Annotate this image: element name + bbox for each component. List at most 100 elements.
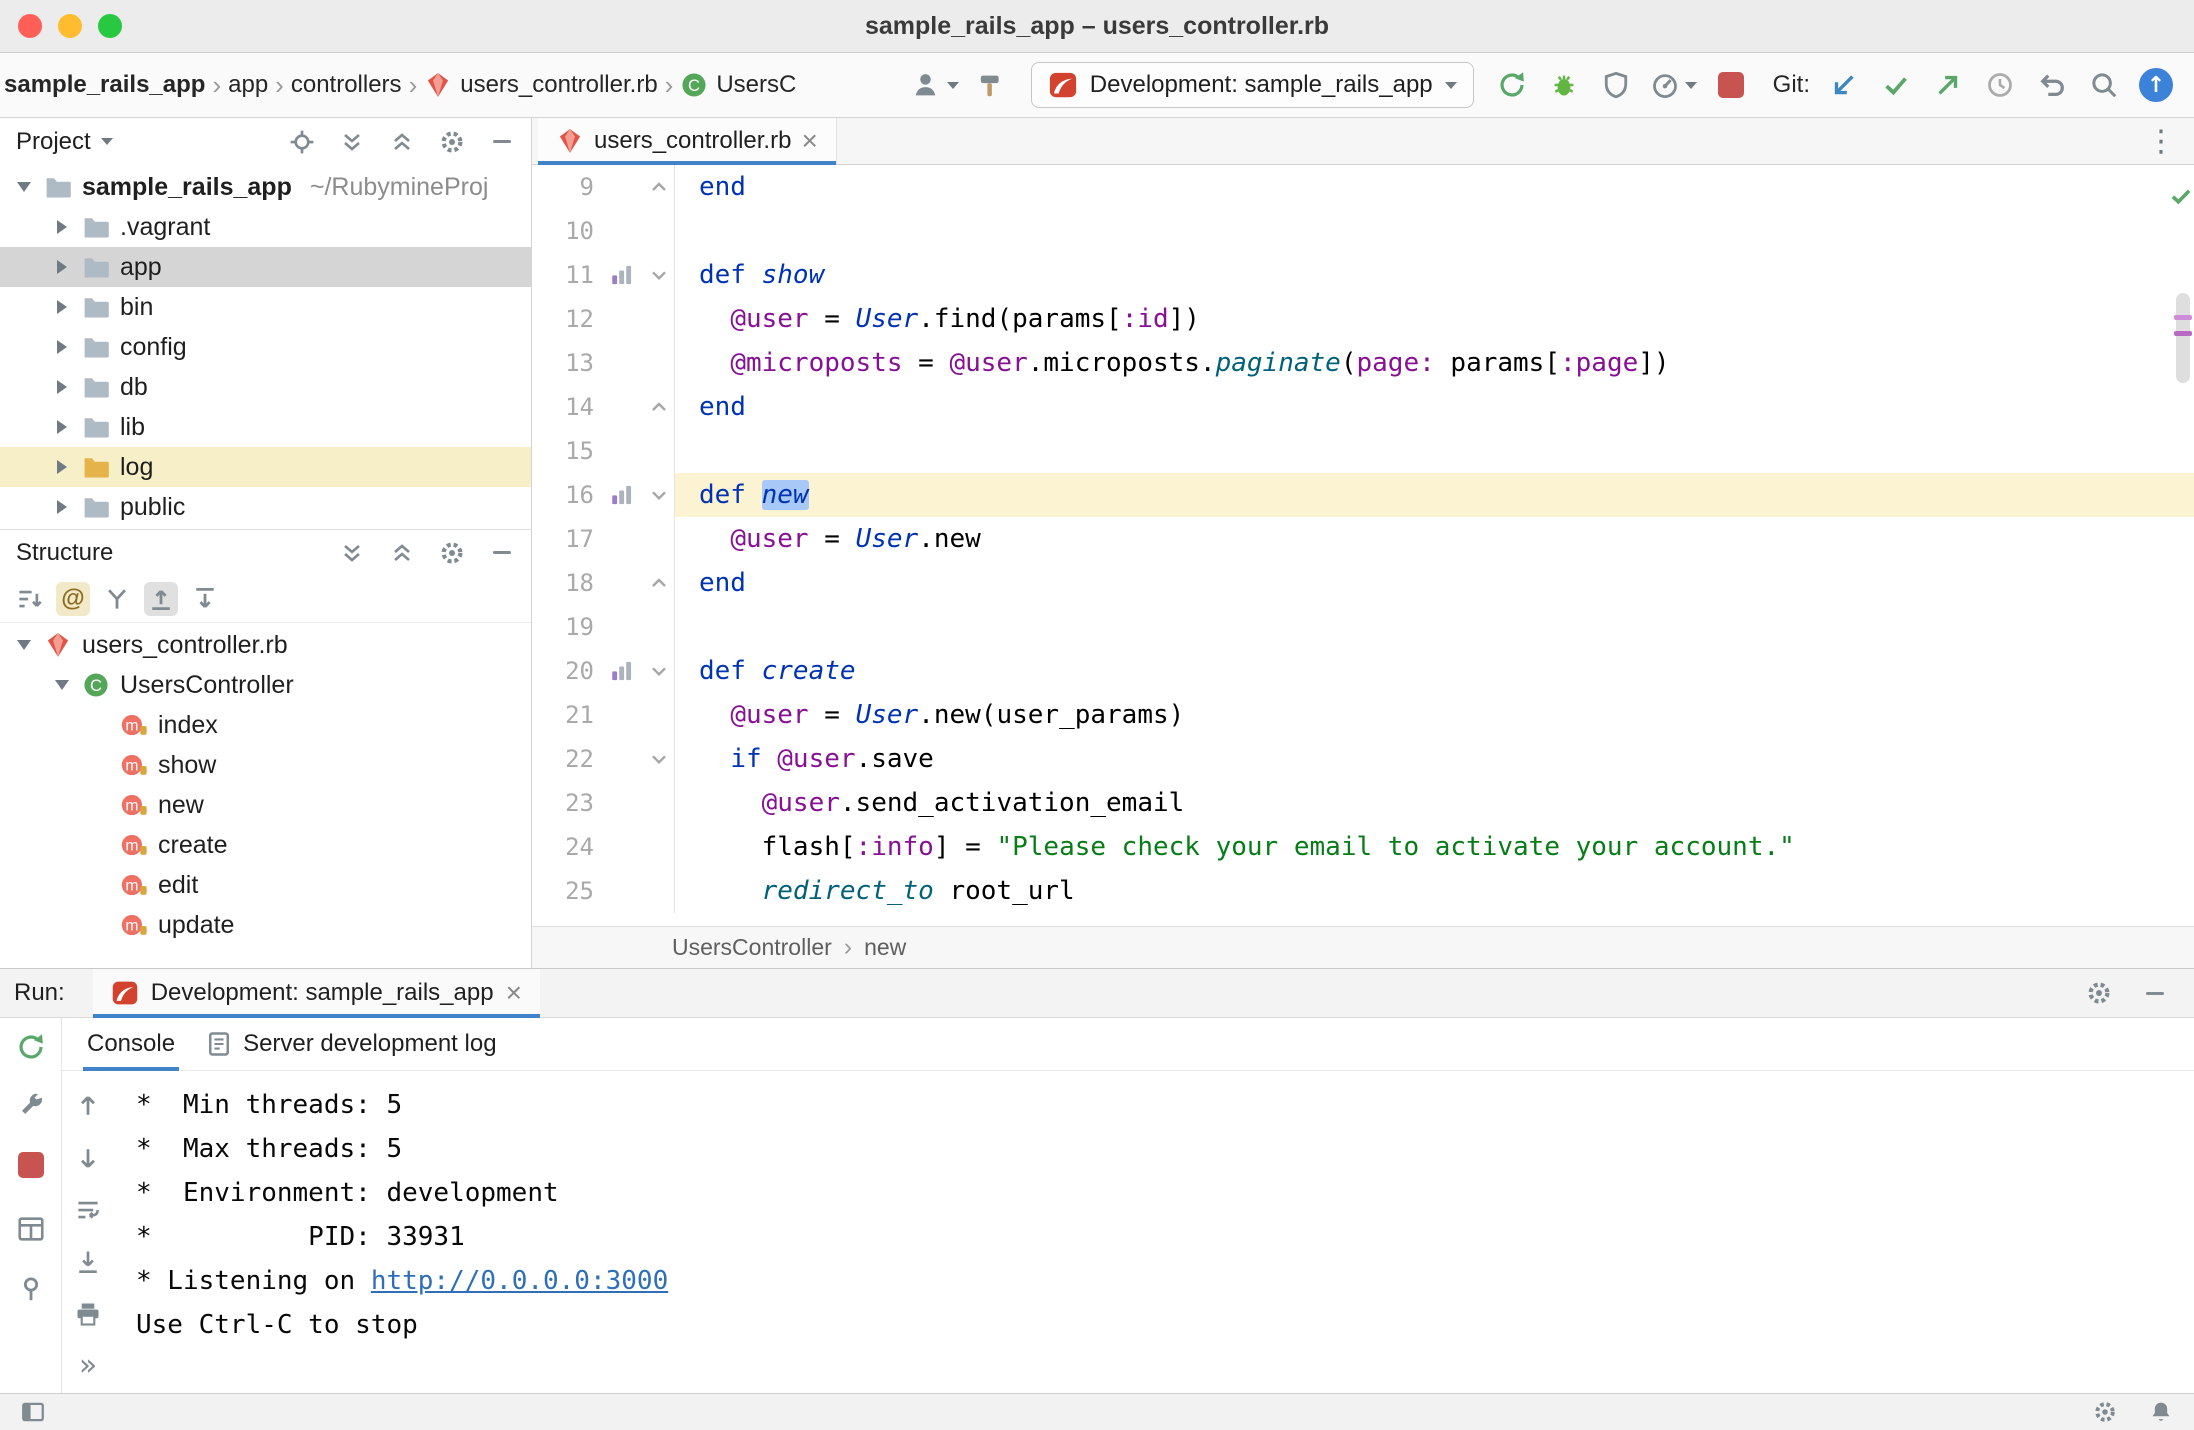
editor-line-24[interactable]: 24 flash[:info] = "Please check your ema… [532,825,2194,869]
notifications-bell-icon[interactable] [2144,1395,2178,1429]
scroll-to-end-icon[interactable] [71,1245,105,1279]
fold-start-icon[interactable] [644,253,674,297]
structure-item-create[interactable]: mcreate [0,825,531,865]
sort-alphabetically-icon[interactable] [12,582,46,616]
line-number[interactable]: 9 [532,165,598,209]
code-text[interactable]: @microposts = @user.microposts.paginate(… [674,341,2194,385]
structure-item-update[interactable]: mupdate [0,905,531,945]
restore-layout-icon[interactable] [14,1212,48,1246]
structure-item-userscontroller[interactable]: CUsersController [0,665,531,705]
project-item-app[interactable]: app [0,247,531,287]
editor-line-20[interactable]: 20 def create [532,649,2194,693]
editor-line-15[interactable]: 15 [532,429,2194,473]
editor-scrollbar[interactable] [2170,165,2194,926]
editor-line-17[interactable]: 17 @user = User.new [532,517,2194,561]
stop-icon[interactable] [14,1148,48,1182]
chevron-right-icon[interactable] [50,260,74,274]
fold-end-icon[interactable] [644,165,674,209]
toolwindow-toggle-icon[interactable] [16,1395,50,1429]
code-text[interactable]: @user = User.find(params[:id]) [674,297,2194,341]
collapse-all-icon[interactable] [385,125,419,159]
collapse-all-icon[interactable] [385,536,419,570]
settings-gear-icon[interactable] [2082,976,2116,1010]
project-item-sample-rails-app[interactable]: sample_rails_app~/RubymineProj [0,167,531,207]
line-number[interactable]: 18 [532,561,598,605]
show-fields-icon[interactable]: @ [56,582,90,616]
gutter-action-icon[interactable] [598,473,644,517]
fold-start-icon[interactable] [644,649,674,693]
line-number[interactable]: 25 [532,869,598,913]
project-item-vagrant[interactable]: .vagrant [0,207,531,247]
editor-options-menu-icon[interactable]: ⋮ [2146,118,2194,164]
stop-icon[interactable] [1709,61,1753,109]
editor-line-12[interactable]: 12 @user = User.find(params[:id]) [532,297,2194,341]
line-number[interactable]: 10 [532,209,598,253]
fold-start-icon[interactable] [644,737,674,781]
code-text[interactable]: @user = User.new(user_params) [674,693,2194,737]
run-configuration-select[interactable]: Development: sample_rails_app [1031,62,1474,108]
breadcrumb-userscontroller[interactable]: UsersController [672,934,832,961]
run-tab-development[interactable]: Development: sample_rails_app × [93,969,540,1017]
code-text[interactable]: end [674,561,2194,605]
zoom-window-button[interactable] [98,14,122,38]
editor-line-10[interactable]: 10 [532,209,2194,253]
project-item-db[interactable]: db [0,367,531,407]
user-profile-icon[interactable] [908,61,963,109]
run-settings-wrench-icon[interactable] [14,1086,48,1120]
structure-item-new[interactable]: mnew [0,785,531,825]
rollback-icon[interactable] [2030,61,2074,109]
line-number[interactable]: 21 [532,693,598,737]
tab-server-development-log[interactable]: Server development log [205,1018,496,1070]
structure-item-show[interactable]: mshow [0,745,531,785]
search-icon[interactable] [2082,61,2126,109]
code-editor[interactable]: 9end1011def show12 @user = User.find(par… [532,165,2194,926]
breadcrumb-sample-rails-app[interactable]: sample_rails_app [4,71,205,99]
editor-line-23[interactable]: 23 @user.send_activation_email [532,781,2194,825]
code-text[interactable]: if @user.save [674,737,2194,781]
project-item-public[interactable]: public [0,487,531,527]
code-text[interactable]: end [674,165,2194,209]
locate-file-icon[interactable] [285,125,319,159]
breadcrumb-users-controller-rb[interactable]: users_controller.rb [424,71,657,99]
hide-panel-icon[interactable] [2138,976,2172,1010]
fold-start-icon[interactable] [644,473,674,517]
close-window-button[interactable] [18,14,42,38]
settings-gear-icon[interactable] [435,125,469,159]
chevron-right-icon[interactable] [50,460,74,474]
line-number[interactable]: 11 [532,253,598,297]
chevron-right-icon[interactable] [50,420,74,434]
structure-item-index[interactable]: mindex [0,705,531,745]
project-item-config[interactable]: config [0,327,531,367]
minimize-window-button[interactable] [58,14,82,38]
chevron-right-icon[interactable] [50,300,74,314]
structure-item-edit[interactable]: medit [0,865,531,905]
project-item-log[interactable]: log [0,447,531,487]
debug-icon[interactable] [1542,61,1586,109]
show-inherited-icon[interactable] [100,582,134,616]
line-number[interactable]: 16 [532,473,598,517]
line-number[interactable]: 15 [532,429,598,473]
build-hammer-icon[interactable] [971,61,1015,109]
structure-item-users-controller-rb[interactable]: users_controller.rb [0,625,531,665]
profiler-icon[interactable] [1646,61,1701,109]
server-url-link[interactable]: http://0.0.0.0:3000 [371,1266,668,1296]
hide-panel-icon[interactable] [485,536,519,570]
line-number[interactable]: 20 [532,649,598,693]
editor-line-14[interactable]: 14end [532,385,2194,429]
rerun-icon[interactable] [1490,61,1534,109]
code-text[interactable]: def create [674,649,2194,693]
git-update-icon[interactable] [1822,61,1866,109]
coverage-icon[interactable] [1594,61,1638,109]
git-commit-icon[interactable] [1874,61,1918,109]
pin-tab-icon[interactable] [14,1272,48,1306]
more-actions-icon[interactable]: » [71,1349,105,1383]
code-text[interactable]: end [674,385,2194,429]
breadcrumb-usersc[interactable]: CUsersC [680,71,796,99]
editor-tab-users-controller[interactable]: users_controller.rb × [538,118,837,164]
line-number[interactable]: 23 [532,781,598,825]
project-panel-title[interactable]: Project [16,128,91,156]
history-icon[interactable] [1978,61,2022,109]
line-number[interactable]: 17 [532,517,598,561]
code-text[interactable]: flash[:info] = "Please check your email … [674,825,2194,869]
fold-end-icon[interactable] [644,561,674,605]
